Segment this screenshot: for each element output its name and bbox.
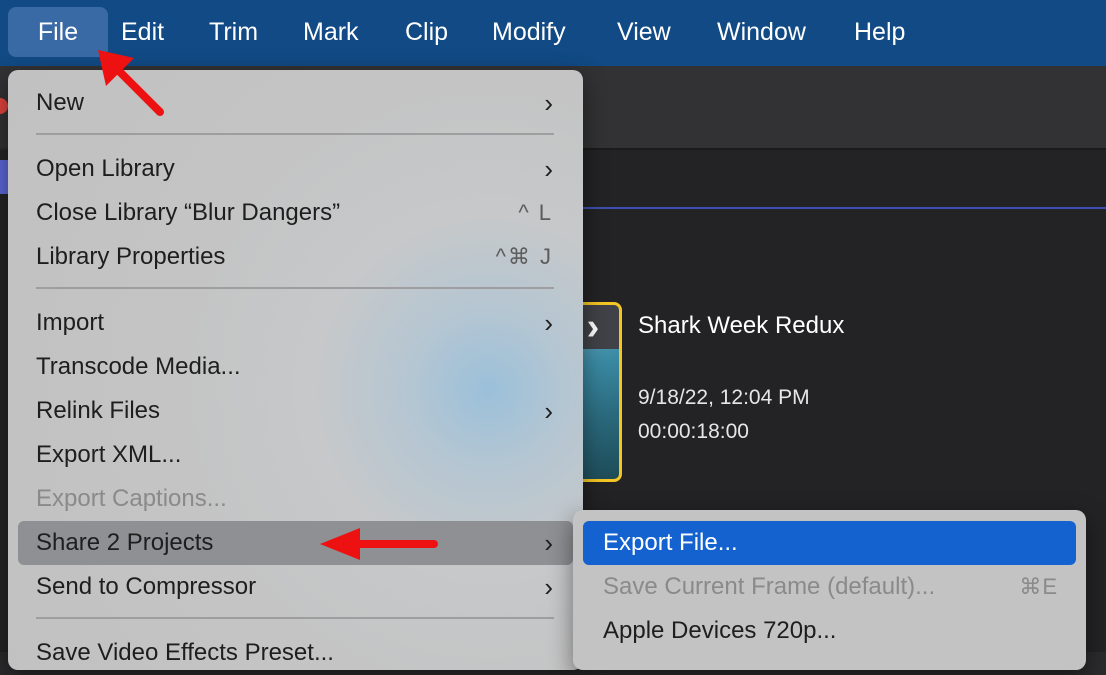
menu-item-label: Library Properties: [36, 243, 226, 270]
menu-item-label: Import: [36, 309, 105, 336]
menu-item-label: New: [36, 89, 85, 116]
menu-separator: [36, 133, 554, 135]
chevron-right-icon: ›: [544, 528, 553, 558]
menu-item-export-xml[interactable]: Export XML...: [18, 433, 573, 477]
project-duration: 00:00:18:00: [638, 420, 749, 443]
project-title: Shark Week Redux: [638, 312, 845, 339]
menu-item-transcode-media[interactable]: Transcode Media...: [18, 345, 573, 389]
menu-item-label: Save Current Frame (default)...: [603, 573, 936, 600]
submenu-item-save-current-frame: Save Current Frame (default)... ⌘E: [583, 565, 1076, 609]
menu-item-label: Share 2 Projects: [36, 529, 214, 556]
menu-separator: [36, 617, 554, 619]
menu-item-label: Open Library: [36, 155, 175, 182]
menu-clip[interactable]: Clip: [391, 7, 462, 57]
project-date: 9/18/22, 12:04 PM: [638, 386, 810, 409]
annotation-arrow-icon: [320, 528, 438, 560]
submenu-item-apple-devices[interactable]: Apple Devices 720p...: [583, 609, 1076, 653]
divider: [580, 148, 1106, 150]
menu-window[interactable]: Window: [703, 7, 820, 57]
menu-item-label: Send to Compressor: [36, 573, 257, 600]
menu-view[interactable]: View: [603, 7, 685, 57]
chevron-right-icon: ›: [544, 88, 553, 118]
submenu-item-export-file[interactable]: Export File...: [583, 521, 1076, 565]
chevron-right-icon: ›: [544, 154, 553, 184]
keyboard-shortcut: ^⌘ J: [495, 244, 553, 269]
menu-item-label: Save Video Effects Preset...: [36, 639, 334, 666]
menu-modify[interactable]: Modify: [478, 7, 580, 57]
menu-item-library-properties[interactable]: Library Properties ^⌘ J: [18, 235, 573, 279]
menu-help[interactable]: Help: [840, 7, 919, 57]
menu-item-send-to-compressor[interactable]: Send to Compressor ›: [18, 565, 573, 609]
annotation-arrow-icon: [98, 50, 164, 116]
menu-item-share-projects[interactable]: Share 2 Projects ›: [18, 521, 573, 565]
chevron-right-icon: ›: [544, 572, 553, 602]
keyboard-shortcut: ^ L: [518, 200, 553, 225]
menu-item-label: Export File...: [603, 529, 738, 556]
menu-item-open-library[interactable]: Open Library ›: [18, 147, 573, 191]
keyboard-shortcut: ⌘E: [1019, 574, 1058, 599]
menu-item-save-video-effects-preset[interactable]: Save Video Effects Preset...: [18, 631, 573, 675]
file-menu-dropdown: New › Open Library › Close Library “Blur…: [8, 70, 583, 670]
menu-item-label: Close Library “Blur Dangers”: [36, 199, 341, 226]
timeline-divider: [580, 207, 1106, 209]
menu-item-relink-files[interactable]: Relink Files ›: [18, 389, 573, 433]
menu-item-label: Transcode Media...: [36, 353, 241, 380]
chevron-right-icon: ›: [544, 396, 553, 426]
sidebar-edge: [0, 160, 8, 194]
menu-item-close-library[interactable]: Close Library “Blur Dangers” ^ L: [18, 191, 573, 235]
chevron-right-icon: ›: [544, 308, 553, 338]
menu-separator: [36, 287, 554, 289]
share-submenu: Export File... Save Current Frame (defau…: [573, 510, 1086, 670]
menu-item-import[interactable]: Import ›: [18, 301, 573, 345]
menu-item-label: Export XML...: [36, 441, 182, 468]
menu-item-export-captions: Export Captions...: [18, 477, 573, 521]
menu-item-label: Apple Devices 720p...: [603, 617, 837, 644]
menu-item-label: Export Captions...: [36, 485, 227, 512]
menu-trim[interactable]: Trim: [195, 7, 272, 57]
menu-item-label: Relink Files: [36, 397, 161, 424]
menu-mark[interactable]: Mark: [289, 7, 373, 57]
